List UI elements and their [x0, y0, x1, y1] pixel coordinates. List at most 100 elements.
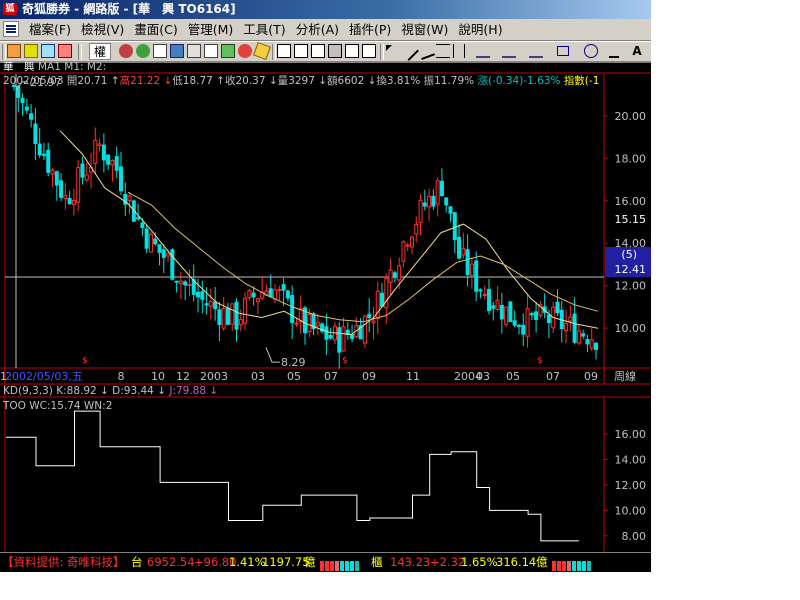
current-price-label: 15.15: [615, 213, 647, 226]
candlestick: [508, 301, 513, 323]
fan-line-icon[interactable]: [476, 44, 490, 58]
help-icon[interactable]: [221, 44, 235, 58]
menu-manage[interactable]: 管理(M): [183, 19, 239, 40]
price-axis-label: 18.00: [615, 152, 647, 165]
kd-indicator-label: KD(9,3,3) K:88.92 ↓ D:93.44 ↓ J:79.88 ↓: [3, 385, 218, 397]
kd-value: J:79.88 ↓: [168, 385, 218, 397]
cursor-icon[interactable]: [386, 45, 392, 51]
alert-icon[interactable]: [58, 44, 72, 58]
candlestick: [33, 108, 38, 160]
candlestick: [534, 302, 539, 333]
indicator-icon[interactable]: [136, 44, 150, 58]
candlestick: [187, 269, 192, 297]
news-icon[interactable]: [170, 44, 184, 58]
table-icon[interactable]: [153, 44, 167, 58]
candlestick: [320, 322, 325, 334]
time-axis-label: 07: [324, 370, 338, 383]
candlestick: [337, 321, 342, 369]
candlestick: [101, 133, 106, 173]
ex-dividend-marker: $: [537, 356, 543, 366]
arrow-icon[interactable]: [609, 44, 619, 58]
candlestick: [465, 234, 470, 287]
ma-value-label: 12.41: [615, 263, 647, 276]
candlestick: [371, 306, 376, 340]
candlestick: [422, 189, 427, 211]
window-icon[interactable]: [345, 44, 359, 58]
candlestick: [315, 313, 320, 335]
refresh-icon[interactable]: [41, 44, 55, 58]
lower-axis-label: 8.00: [622, 530, 647, 543]
otc-breadth-bars: [552, 558, 592, 571]
pencil-icon[interactable]: [253, 42, 271, 60]
fibonacci-icon[interactable]: [502, 44, 516, 58]
candlestick: [20, 93, 25, 116]
candlestick: [392, 270, 397, 283]
candlestick: [71, 188, 76, 216]
menu-file[interactable]: 檔案(F): [24, 19, 76, 40]
time-axis-label: 05: [287, 370, 301, 383]
ellipse-icon[interactable]: [584, 44, 598, 58]
candlestick: [482, 285, 487, 300]
menu-analysis[interactable]: 分析(A): [291, 19, 344, 40]
candlestick: [54, 170, 59, 201]
candlestick: [414, 216, 419, 243]
candlestick: [384, 273, 389, 324]
ohlc-info-item: 漲(-0.34)-1.63%: [477, 75, 563, 87]
menu-tools[interactable]: 工具(T): [238, 19, 290, 40]
copy-icon[interactable]: [204, 44, 218, 58]
candlestick: [345, 322, 350, 340]
print-icon[interactable]: [187, 44, 201, 58]
candlestick: [367, 297, 372, 333]
parallel-line-icon[interactable]: [436, 44, 450, 58]
candlestick: [123, 182, 128, 217]
candlestick: [76, 160, 81, 211]
time-axis-label: 12: [176, 370, 190, 383]
layout-four-icon[interactable]: [311, 44, 325, 58]
candlestick: [59, 172, 64, 202]
rights-adjust-select[interactable]: 權: [89, 43, 111, 60]
ma-period-label: (5): [621, 248, 637, 261]
candlestick: [564, 309, 569, 344]
detail-icon[interactable]: [362, 44, 376, 58]
document-icon[interactable]: [3, 21, 19, 37]
trend-line-icon[interactable]: [417, 42, 435, 60]
time-axis-label: 8: [118, 370, 125, 383]
candlestick: [324, 313, 329, 355]
text-tool-icon[interactable]: A: [630, 44, 644, 58]
time-axis-label: 09: [362, 370, 376, 383]
layout-two-icon[interactable]: [294, 44, 308, 58]
open-folder-icon[interactable]: [24, 44, 38, 58]
candlestick: [144, 225, 149, 254]
menu-view[interactable]: 檢視(V): [76, 19, 129, 40]
menu-plugins[interactable]: 插件(P): [344, 19, 396, 40]
candlestick: [63, 182, 68, 210]
candlestick: [114, 146, 119, 179]
rectangle-icon[interactable]: [557, 46, 569, 56]
candlestick: [418, 194, 423, 236]
vertical-lines-icon[interactable]: [453, 44, 465, 58]
status-bar: 【資料提供: 奇唯科技】 台 6952.54 +96.80 1.41% 1197…: [0, 552, 651, 572]
kd-value: KD(9,3,3) K:88.92 ↓ D:93.44 ↓: [3, 385, 169, 397]
candlestick: [444, 197, 449, 213]
candlestick: [341, 317, 346, 352]
draw-line-icon[interactable]: [399, 41, 419, 61]
time-axis-label: 07: [546, 370, 560, 383]
candlestick: [29, 104, 34, 128]
menu-screen[interactable]: 畫面(C): [129, 19, 182, 40]
gann-icon[interactable]: [529, 44, 543, 58]
layout-one-icon[interactable]: [277, 44, 291, 58]
home-icon[interactable]: [7, 44, 21, 58]
candlestick: [585, 334, 590, 353]
ex-dividend-marker: $: [342, 356, 348, 366]
grid-icon[interactable]: [328, 44, 342, 58]
time-axis-label: 11: [0, 370, 7, 383]
moving-average-line: [59, 130, 599, 336]
too-step-line: [5, 410, 579, 542]
stop-icon[interactable]: [238, 44, 252, 58]
menu-help[interactable]: 說明(H): [453, 19, 507, 40]
otc-percent: 1.65%: [461, 555, 498, 569]
menu-window[interactable]: 視窗(W): [396, 19, 453, 40]
candlestick: [521, 313, 526, 346]
chart-type-icon[interactable]: [119, 44, 133, 58]
taiex-unit: 億: [304, 555, 316, 569]
